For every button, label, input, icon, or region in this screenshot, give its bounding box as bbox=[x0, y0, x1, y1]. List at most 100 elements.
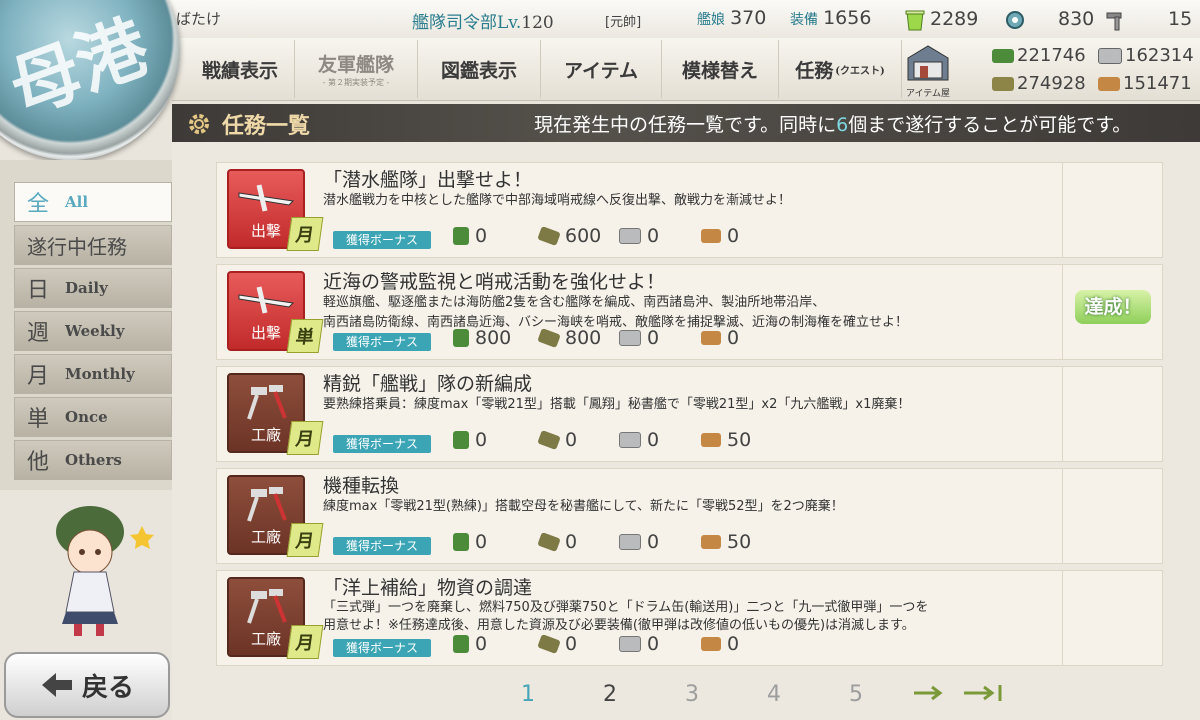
quest-desc-line: 要熟練搭乗員：練度max「零戦21型」搭載「鳳翔」秘書艦で「零戦21型」x2「九… bbox=[323, 397, 911, 412]
nav-war-results[interactable]: 戦績表示 bbox=[186, 40, 295, 98]
quest-limit-message: 現在発生中の任務一覧です。同時に6個まで遂行することが可能です。 bbox=[534, 110, 1131, 137]
reward-value: 0 bbox=[475, 225, 488, 247]
rank-label: [元帥] bbox=[605, 15, 642, 30]
ammo-icon bbox=[537, 532, 561, 552]
filter-tab-monthly[interactable]: 月 Monthly bbox=[14, 354, 172, 394]
tab-label: Others bbox=[65, 451, 122, 469]
level-value: 120 bbox=[521, 13, 554, 33]
quest-description: 軽巡旗艦、駆逐艦または海防艦2隻を含む艦隊を編成、南西諸島沖、製油所地帯沿岸、南… bbox=[323, 293, 908, 333]
quest-frequency-tag: 月 bbox=[286, 217, 324, 251]
bonus-label: 獲得ボーナス bbox=[333, 639, 431, 657]
steel-icon bbox=[619, 228, 641, 244]
hq-label: 艦隊司令部 bbox=[412, 13, 497, 33]
filter-tab-in-progress[interactable]: 遂行中任務 bbox=[14, 225, 172, 265]
bonus-label: 獲得ボーナス bbox=[333, 435, 431, 453]
ammo-value: 274928 bbox=[1017, 73, 1086, 94]
reward-bauxite: 0 bbox=[701, 225, 739, 247]
reward-bauxite: 0 bbox=[701, 633, 739, 655]
nav-encyclopedia[interactable]: 図鑑表示 bbox=[418, 40, 541, 98]
bucket-value: 2289 bbox=[930, 8, 979, 30]
reward-value: 0 bbox=[727, 225, 740, 247]
back-button[interactable]: 戻る bbox=[4, 652, 170, 718]
row-divider bbox=[1062, 367, 1063, 461]
row-divider bbox=[1062, 265, 1063, 359]
quest-row[interactable]: 工廠 月 機種転換 練度max「零戦21型(熟練)」搭載空母を秘書艦にして、新た… bbox=[216, 468, 1163, 564]
nav-furniture[interactable]: 模様替え bbox=[662, 40, 779, 98]
item-shop-label: アイテム屋 bbox=[905, 89, 951, 99]
bauxite-value: 151471 bbox=[1123, 73, 1192, 94]
ammo-icon bbox=[537, 430, 561, 450]
back-arrow-icon bbox=[41, 673, 72, 697]
reward-steel: 0 bbox=[619, 327, 659, 349]
screw-icon bbox=[1106, 12, 1122, 31]
page-2[interactable]: 2 bbox=[603, 682, 617, 707]
row-divider bbox=[1062, 163, 1063, 257]
quest-row[interactable]: 出撃 月 「潜水艦隊」出撃せよ！ 潜水艦戦力を中核とした艦隊で中部海域哨戒線へ反… bbox=[216, 162, 1163, 258]
shop-icon bbox=[907, 45, 949, 81]
item-shop-button[interactable]: アイテム屋 bbox=[902, 42, 954, 99]
nav-quests[interactable]: 任務 (クエスト) bbox=[779, 40, 902, 98]
nav-items[interactable]: アイテム bbox=[541, 40, 662, 98]
filter-tab-all[interactable]: 全 All bbox=[14, 182, 172, 222]
fairy-mascot bbox=[56, 506, 154, 636]
reward-value: 0 bbox=[647, 327, 660, 349]
nav-label: アイテム bbox=[563, 59, 639, 82]
nav-friend-fleet[interactable]: 友軍艦隊 - 第２期実装予定 - bbox=[295, 40, 418, 98]
equip-count: 装備 1656 bbox=[790, 7, 871, 29]
reward-value: 0 bbox=[647, 531, 660, 553]
bauxite-icon bbox=[701, 535, 721, 549]
reward-ammo: 0 bbox=[537, 531, 578, 553]
quest-frequency-tag: 単 bbox=[286, 319, 324, 353]
fuel-icon bbox=[453, 431, 469, 449]
page-3[interactable]: 3 bbox=[685, 682, 699, 707]
steel-resource: 162314 bbox=[1098, 45, 1194, 66]
reward-steel: 0 bbox=[619, 225, 659, 247]
page-title: 任務一覧 bbox=[222, 113, 311, 139]
nav-label: 図鑑表示 bbox=[440, 59, 517, 82]
tab-label: Monthly bbox=[65, 365, 135, 383]
steel-icon bbox=[619, 330, 641, 346]
tab-kanji: 遂行中任務 bbox=[27, 234, 127, 259]
ammo-icon bbox=[537, 226, 561, 246]
tab-kanji: 他 bbox=[27, 450, 50, 475]
page-4[interactable]: 4 bbox=[767, 682, 781, 707]
bucket-icon bbox=[905, 10, 925, 31]
nav-sublabel: (クエスト) bbox=[835, 65, 885, 77]
reward-value: 0 bbox=[565, 531, 578, 553]
reward-value: 0 bbox=[647, 429, 660, 451]
quest-row[interactable]: 出撃 単 近海の警戒監視と哨戒活動を強化せよ！ 軽巡旗艦、駆逐艦または海防艦2隻… bbox=[216, 264, 1163, 360]
last-page-icon[interactable] bbox=[962, 683, 1006, 703]
quest-description: 潜水艦戦力を中核とした艦隊で中部海域哨戒線へ反復出撃、敵戦力を漸減せよ！ bbox=[323, 191, 791, 211]
row-divider bbox=[1062, 469, 1063, 563]
quest-row[interactable]: 工廠 月 精鋭「艦戦」隊の新編成 要熟練搭乗員：練度max「零戦21型」搭載「鳳… bbox=[216, 366, 1163, 462]
quest-row[interactable]: 工廠 月 「洋上補給」物資の調達 「三式弾」一つを廃棄し、燃料750及び弾薬75… bbox=[216, 570, 1163, 666]
back-label: 戻る bbox=[81, 672, 134, 703]
fuel-icon bbox=[453, 533, 469, 551]
page-5[interactable]: 5 bbox=[849, 682, 863, 707]
page-1[interactable]: 1 bbox=[521, 682, 535, 707]
ammo-icon bbox=[537, 328, 561, 348]
filter-tab-others[interactable]: 他 Others bbox=[14, 440, 172, 480]
filter-tab-once[interactable]: 単 Once bbox=[14, 397, 172, 437]
hammer-icon bbox=[247, 589, 287, 624]
achieved-badge[interactable]: 達成！ bbox=[1075, 290, 1151, 324]
quest-desc-line: 南西諸島防衛線、南西諸島近海、バシー海峡を哨戒、敵艦隊を捕捉撃滅、近海の制海権を… bbox=[323, 315, 909, 330]
msg-part: 個まで遂行することが可能です。 bbox=[848, 114, 1132, 136]
steel-icon bbox=[619, 636, 641, 652]
filter-tab-daily[interactable]: 日 Daily bbox=[14, 268, 172, 308]
ammo-icon bbox=[537, 634, 561, 654]
tab-label: Weekly bbox=[65, 322, 125, 340]
dev-material-icon bbox=[1006, 11, 1024, 29]
reward-fuel: 0 bbox=[453, 429, 487, 451]
tab-label: Daily bbox=[65, 279, 108, 297]
screw-value: 15 bbox=[1168, 8, 1193, 30]
reward-value: 0 bbox=[727, 633, 740, 655]
quest-frequency-tag: 月 bbox=[286, 625, 324, 659]
next-page-icon[interactable] bbox=[912, 683, 946, 703]
quest-frequency-tag: 月 bbox=[286, 421, 324, 455]
nav-sublabel: - 第２期実装予定 - bbox=[322, 78, 390, 87]
filter-tab-weekly[interactable]: 週 Weekly bbox=[14, 311, 172, 351]
gear-icon bbox=[189, 114, 209, 134]
quest-description: 要熟練搭乗員：練度max「零戦21型」搭載「鳳翔」秘書艦で「零戦21型」x2「九… bbox=[323, 395, 910, 415]
quest-desc-line: 潜水艦戦力を中核とした艦隊で中部海域哨戒線へ反復出撃、敵戦力を漸減せよ！ bbox=[323, 193, 792, 208]
